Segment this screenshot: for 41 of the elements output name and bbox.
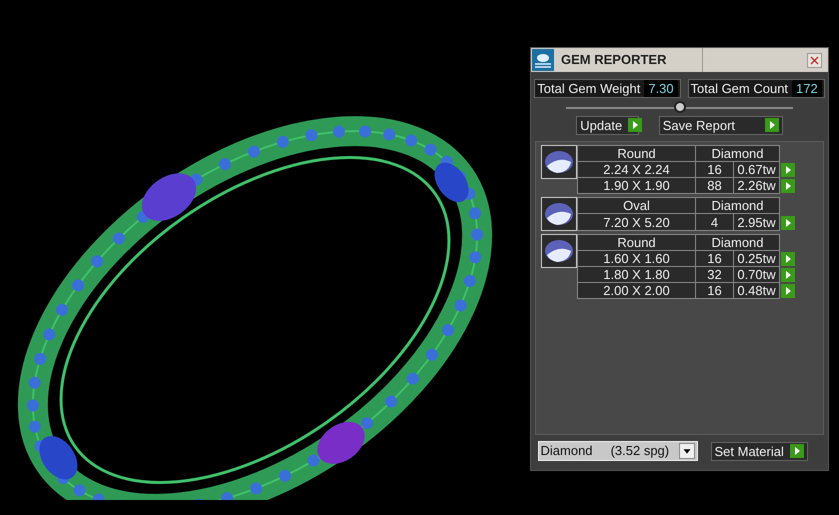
app-icon — [532, 49, 554, 71]
size-cell: 1.90 X 1.90 — [578, 177, 696, 193]
weight-cell: 0.67tw — [734, 161, 780, 177]
count-cell: 16 — [696, 250, 734, 266]
weight-cell: 2.26tw — [734, 177, 780, 193]
size-cell: 2.00 X 2.00 — [578, 282, 696, 298]
gem-icon — [541, 196, 577, 231]
gem-icon — [541, 144, 577, 178]
count-cell: 16 — [696, 161, 734, 177]
gem-icon — [541, 234, 577, 268]
weight-cell: 0.70tw — [734, 266, 780, 282]
size-cell: 1.80 X 1.80 — [578, 266, 696, 282]
material-dropdown[interactable]: Diamond (3.52 spg) — [538, 441, 698, 461]
shape-cell: Round — [578, 145, 696, 161]
size-cell: 2.24 X 2.24 — [578, 161, 696, 177]
total-value: 172 — [792, 80, 822, 96]
shape-cell: Round — [578, 234, 696, 250]
weight-cell: 0.25tw — [734, 250, 780, 266]
close-icon[interactable] — [810, 56, 819, 64]
material-cell: Diamond — [696, 234, 780, 250]
set-material-button[interactable]: Set Material — [710, 442, 808, 460]
total-value: 7.30 — [644, 80, 678, 96]
size-cell: 1.60 X 1.60 — [578, 250, 696, 266]
weight-cell: 2.95tw — [734, 214, 780, 230]
total-label: Total Gem Count — [690, 80, 788, 96]
action-button[interactable]: Update — [576, 116, 640, 134]
size-cell: 7.20 X 5.20 — [578, 214, 696, 230]
action-button[interactable]: Save Report — [658, 116, 783, 134]
slider-thumb[interactable] — [674, 100, 686, 112]
material-cell: Diamond — [696, 145, 780, 161]
count-cell: 32 — [696, 266, 734, 282]
shape-cell: Oval — [578, 197, 696, 214]
close-button[interactable] — [807, 52, 822, 68]
window-title: GEM REPORTER — [555, 48, 703, 72]
weight-cell: 0.48tw — [734, 282, 780, 298]
total-label: Total Gem Weight — [537, 80, 640, 96]
count-cell: 4 — [696, 214, 734, 230]
caret-icon[interactable] — [678, 443, 694, 459]
count-cell: 88 — [696, 177, 734, 193]
count-cell: 16 — [696, 282, 734, 298]
material-cell: Diamond — [696, 197, 780, 214]
